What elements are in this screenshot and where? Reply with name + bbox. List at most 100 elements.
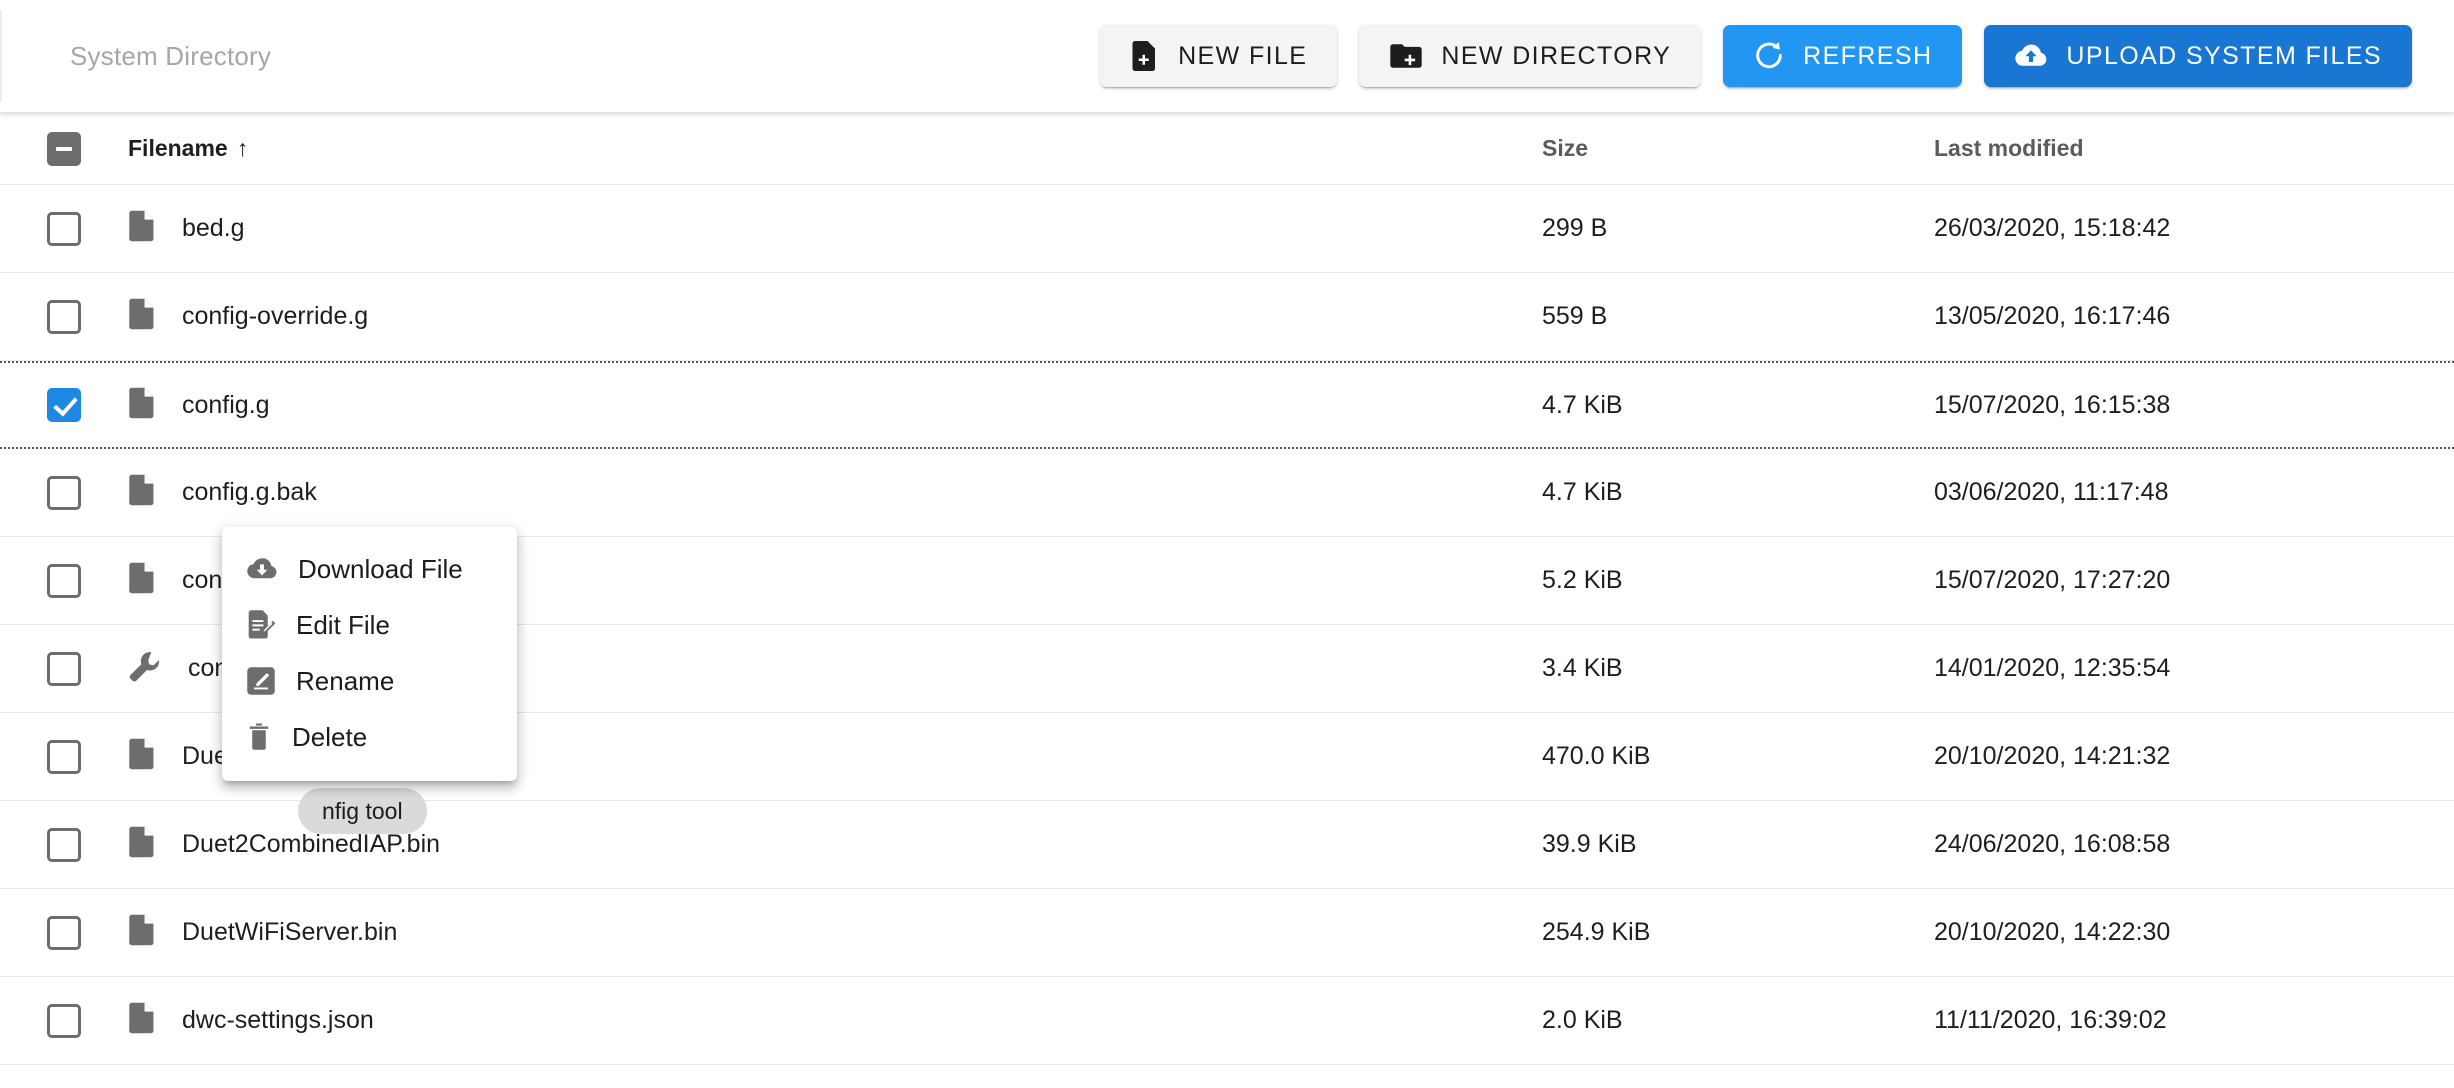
context-menu-item-rename[interactable]: Rename [222,653,517,709]
context-menu-item-label: Download File [298,553,463,584]
filename-cell: dwc-settings.json [128,1001,1542,1040]
file-icon [128,473,156,512]
size-text: 4.7 KiB [1542,478,1623,506]
size-cell: 559 B [1542,302,1934,331]
size-cell: 254.9 KiB [1542,918,1934,947]
row-checkbox[interactable] [47,827,81,862]
size-text: 5.2 KiB [1542,566,1623,594]
file-plus-icon [1130,39,1160,73]
wrench-icon [128,650,162,687]
row-checkbox[interactable] [47,299,81,334]
filename-cell: config.g.bak [128,473,1542,512]
size-cell: 4.7 KiB [1542,478,1934,507]
last-modified-column-header[interactable]: Last modified [1934,135,2084,161]
filename-text: config.g.bak [182,478,317,506]
size-text: 254.9 KiB [1542,918,1651,946]
upload-system-files-button[interactable]: UPLOAD SYSTEM FILES [1984,25,2412,87]
row-checkbox[interactable] [47,915,81,950]
refresh-button[interactable]: REFRESH [1723,25,1963,87]
row-checkbox[interactable] [47,739,81,774]
file-icon [128,913,156,952]
refresh-button-label: REFRESH [1803,41,1933,70]
context-menu-item-label: Delete [292,721,368,752]
file-icon [128,737,156,776]
filename-cell: DuetWiFiServer.bin [128,913,1542,952]
last-modified-cell: 26/03/2020, 15:18:42 [1934,214,2454,243]
row-checkbox-cell [0,299,128,334]
file-edit-icon [246,609,276,641]
size-header-cell: Size [1542,135,1934,162]
table-row[interactable]: bed.g 299 B 26/03/2020, 15:18:42 [0,185,2454,273]
page-title: System Directory [70,40,272,71]
last-modified-text: 11/11/2020, 16:39:02 [1934,1006,2167,1034]
last-modified-text: 15/07/2020, 16:15:38 [1934,390,2171,419]
last-modified-text: 14/01/2020, 12:35:54 [1934,654,2171,682]
context-menu-item-label: Edit File [296,609,390,640]
last-modified-cell: 20/10/2020, 14:21:32 [1934,742,2454,771]
file-icon [128,1001,156,1040]
context-menu-item-label: Rename [296,665,395,696]
row-checkbox[interactable] [47,388,81,422]
refresh-icon [1753,40,1785,72]
size-text: 2.0 KiB [1542,1006,1623,1034]
size-text: 3.4 KiB [1542,654,1623,682]
last-modified-header-cell: Last modified [1934,135,2454,162]
table-row[interactable]: config.g.bak 4.7 KiB 03/06/2020, 11:17:48 [0,449,2454,537]
context-menu-item-delete[interactable]: Delete [222,709,517,765]
table-row[interactable]: config.g 4.7 KiB 15/07/2020, 16:15:38 [0,361,2454,449]
context-menu-item-download-file[interactable]: Download File [222,541,517,597]
new-directory-button-label: NEW DIRECTORY [1441,41,1672,70]
filename-header-cell: Filename ↑ [128,135,1542,162]
row-checkbox[interactable] [47,475,81,510]
row-checkbox[interactable] [47,651,81,686]
size-cell: 5.2 KiB [1542,566,1934,595]
table-row[interactable]: dwc-settings.json 2.0 KiB 11/11/2020, 16:3… [0,977,2454,1065]
toolbar-left-divider [0,10,2,102]
new-directory-button[interactable]: NEW DIRECTORY [1359,25,1702,87]
select-all-cell [0,131,128,166]
table-row[interactable]: config-override.g 559 B 13/05/2020, 16:17:… [0,273,2454,361]
select-all-checkbox[interactable] [47,131,81,166]
filename-text: bed.g [182,214,245,242]
file-icon [128,297,156,336]
row-checkbox[interactable] [47,211,81,246]
row-checkbox[interactable] [47,1003,81,1038]
row-checkbox-cell [0,211,128,246]
row-checkbox-cell [0,827,128,862]
rename-pencil-icon [246,666,276,696]
last-modified-cell: 15/07/2020, 17:27:20 [1934,566,2454,595]
last-modified-cell: 24/06/2020, 16:08:58 [1934,830,2454,859]
last-modified-cell: 14/01/2020, 12:35:54 [1934,654,2454,683]
row-checkbox-cell [0,739,128,774]
new-file-button[interactable]: NEW FILE [1100,25,1338,87]
row-checkbox-cell [0,915,128,950]
file-icon [128,209,156,248]
row-checkbox[interactable] [47,563,81,598]
filename-text: Duet2CombinedIAP.bin [182,830,441,858]
context-menu-item-edit-file[interactable]: Edit File [222,597,517,653]
new-file-button-label: NEW FILE [1178,41,1308,70]
file-icon [128,561,156,600]
config-tool-chip: nfig tool [298,788,427,834]
size-cell: 4.7 KiB [1542,391,1934,420]
table-header-row: Filename ↑ Size Last modified [0,113,2454,185]
trash-icon [246,722,272,752]
filename-column-header[interactable]: Filename ↑ [128,135,248,162]
last-modified-text: 20/10/2020, 14:21:32 [1934,742,2171,770]
file-context-menu[interactable]: Download File Edit File Rename Delete [222,527,517,781]
row-checkbox-cell [0,1003,128,1038]
last-modified-cell: 15/07/2020, 16:15:38 [1934,391,2454,420]
size-text: 4.7 KiB [1542,390,1623,419]
size-column-header[interactable]: Size [1542,135,1588,161]
table-row[interactable]: DuetWiFiServer.bin 254.9 KiB 20/10/2020, 1… [0,889,2454,977]
sort-ascending-icon: ↑ [236,135,249,161]
file-table: Filename ↑ Size Last modified bed.g 299 B… [0,113,2454,1065]
size-text: 39.9 KiB [1542,830,1637,858]
filename-text: config.g [182,390,270,419]
size-cell: 299 B [1542,214,1934,243]
file-icon [128,386,156,425]
last-modified-cell: 03/06/2020, 11:17:48 [1934,478,2454,507]
filename-cell: bed.g [128,209,1542,248]
last-modified-text: 03/06/2020, 11:17:48 [1934,478,2169,506]
cloud-upload-icon [2014,42,2048,70]
